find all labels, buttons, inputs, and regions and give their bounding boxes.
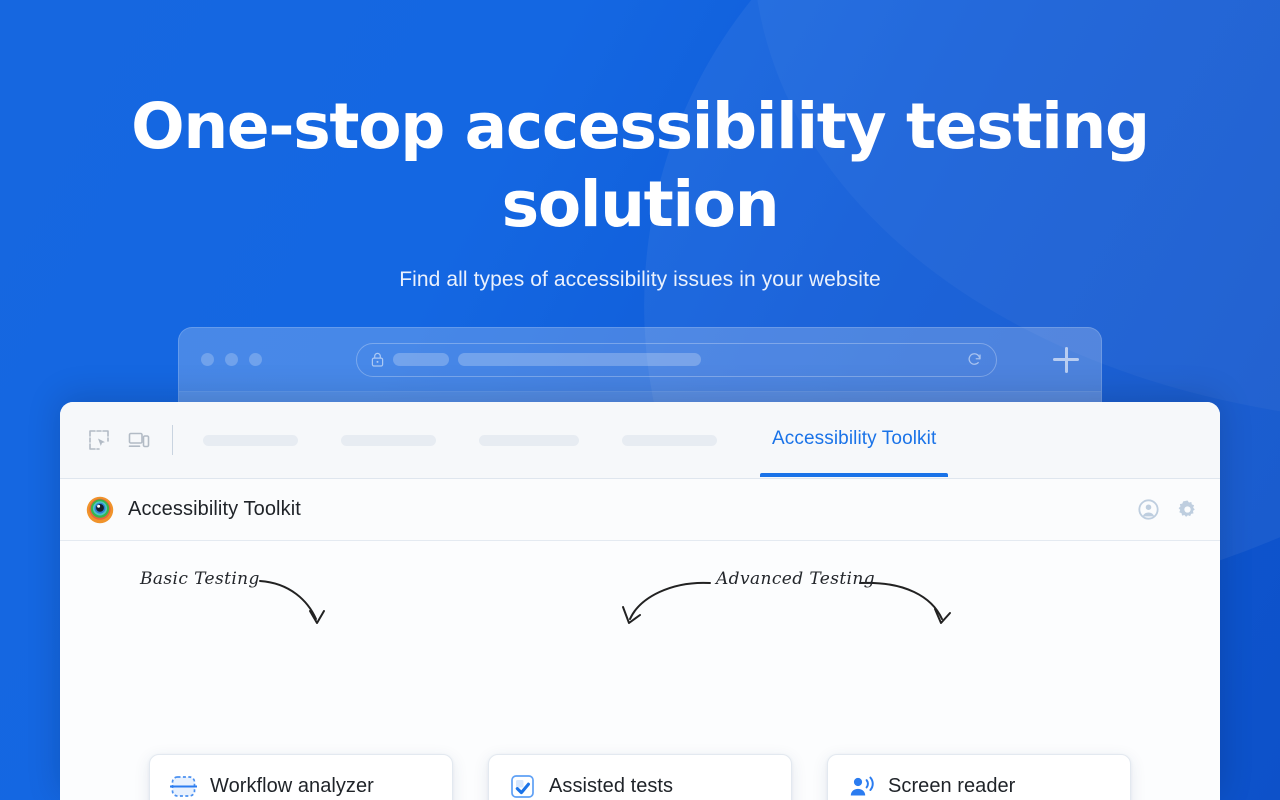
- toolkit-body: Basic Testing Advanced Testing Workflow …: [60, 541, 1220, 800]
- lock-icon: [371, 352, 384, 367]
- tabstrip-divider: [172, 425, 173, 455]
- person-speaking-icon: [850, 776, 874, 796]
- devtools-tab-placeholder-1[interactable]: [203, 434, 298, 446]
- toolkit-title: Accessibility Toolkit: [128, 498, 301, 520]
- toolkit-header-actions: [1138, 499, 1198, 520]
- window-traffic-lights: [201, 353, 262, 366]
- devtools-panel: Accessibility Toolkit Accessibility Tool…: [60, 402, 1220, 800]
- card-workflow-analyzer[interactable]: Workflow analyzer Full page scan: [149, 754, 453, 800]
- annotation-arrows: [259, 580, 951, 624]
- card-title: Screen reader: [888, 775, 1016, 797]
- card-title: Assisted tests: [549, 775, 674, 797]
- annotation-basic-testing: Basic Testing: [140, 569, 260, 589]
- page-title: One-stop accessibility testing solution: [131, 90, 1150, 241]
- reload-icon[interactable]: [967, 352, 982, 367]
- annotation-advanced-testing: Advanced Testing: [716, 569, 876, 589]
- hero-copy: One-stop accessibility testing solution …: [0, 0, 1280, 292]
- url-ghost-segment-path: [458, 353, 701, 366]
- dashed-scan-region-icon: [170, 776, 197, 797]
- card-title: Workflow analyzer: [210, 775, 374, 797]
- devtools-tab-placeholder-2[interactable]: [341, 434, 436, 446]
- new-tab-button[interactable]: [1053, 346, 1079, 373]
- devtools-tab-placeholder-4[interactable]: [622, 434, 717, 446]
- cards-row: Workflow analyzer Full page scan: [60, 754, 1220, 800]
- traffic-light-maximize[interactable]: [249, 353, 262, 366]
- account-circle-icon[interactable]: [1138, 499, 1159, 520]
- card-header: Screen reader: [848, 773, 1110, 800]
- checkbox-check-icon: [511, 775, 534, 798]
- gear-icon[interactable]: [1177, 499, 1198, 520]
- devtools-tab-placeholder-3[interactable]: [479, 434, 579, 446]
- devtools-tab-strip: Accessibility Toolkit: [60, 402, 1220, 479]
- page-subtitle: Find all types of accessibility issues i…: [399, 268, 881, 291]
- toolkit-header: Accessibility Toolkit: [60, 479, 1220, 541]
- url-ghost-segment-protocol: [393, 353, 449, 366]
- inspect-element-icon[interactable]: [88, 429, 110, 451]
- card-header: Workflow analyzer: [170, 773, 432, 800]
- card-header: Assisted tests: [509, 773, 771, 800]
- browser-url-bar[interactable]: [356, 342, 997, 377]
- card-screen-reader[interactable]: Screen reader Select browser: [827, 754, 1131, 800]
- accessibility-eye-logo: [86, 496, 114, 523]
- device-toolbar-icon[interactable]: [128, 429, 150, 451]
- traffic-light-close[interactable]: [201, 353, 214, 366]
- browser-toolbar: [179, 328, 1101, 392]
- tab-accessibility-toolkit[interactable]: Accessibility Toolkit: [759, 428, 949, 477]
- card-assisted-tests[interactable]: Assisted tests Select test: [488, 754, 792, 800]
- traffic-light-minimize[interactable]: [225, 353, 238, 366]
